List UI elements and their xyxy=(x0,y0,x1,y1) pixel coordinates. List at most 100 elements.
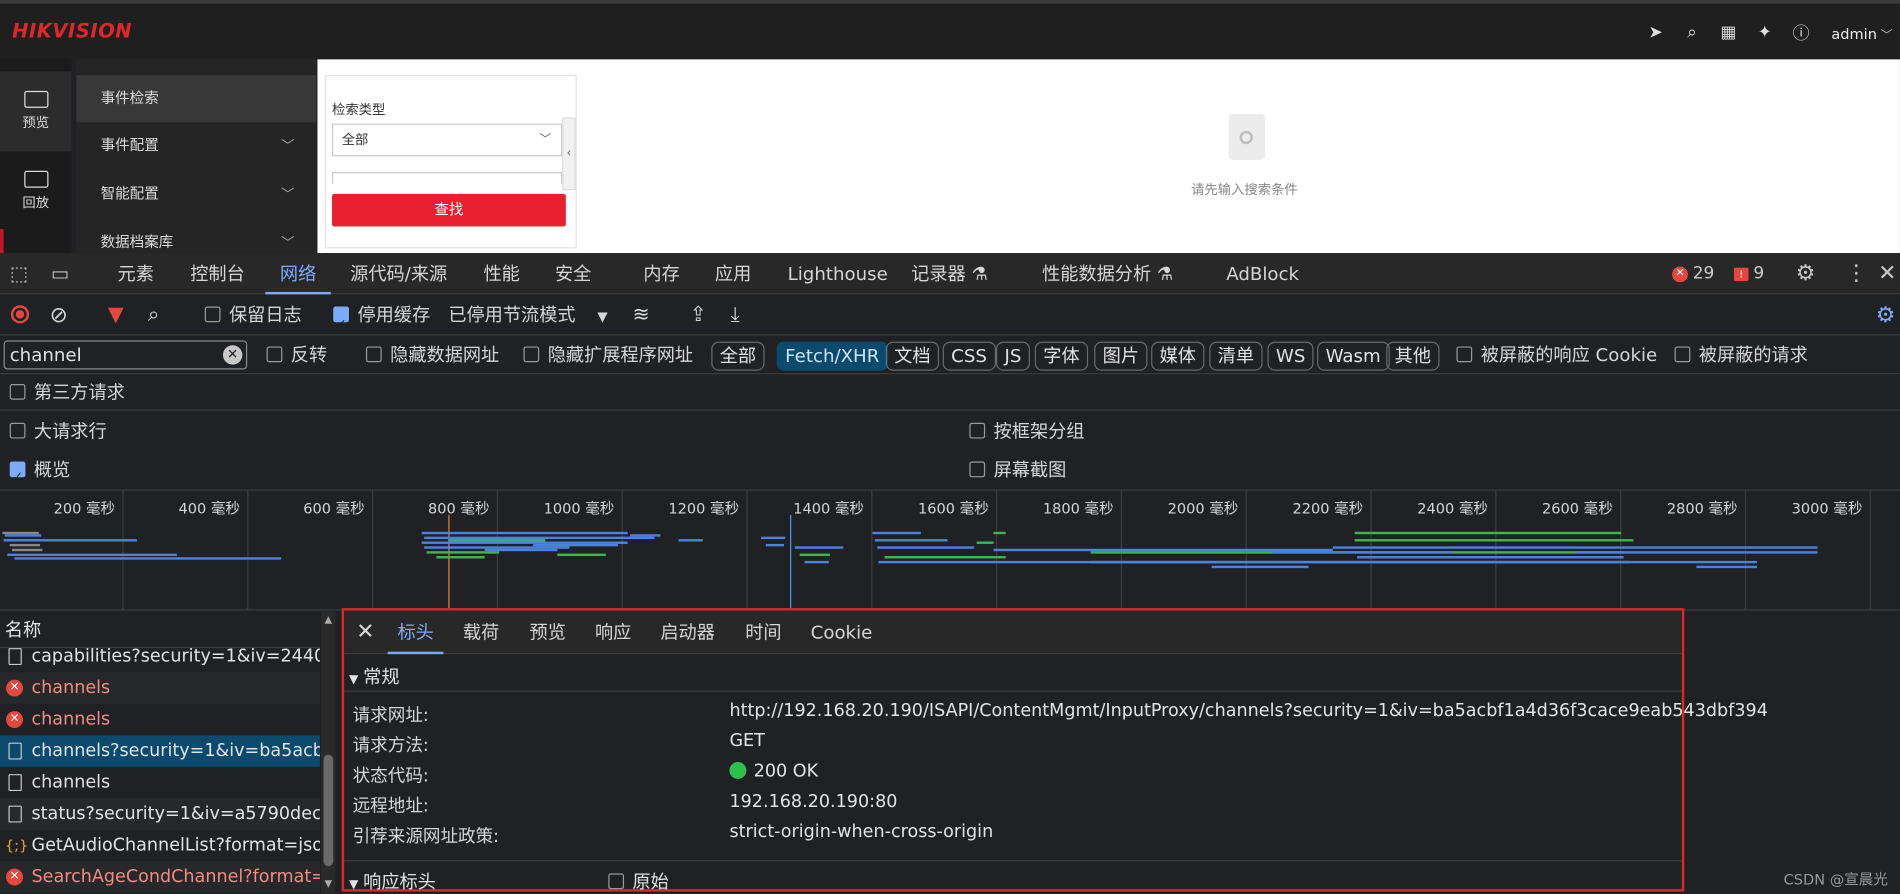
tab-network[interactable]: 网络 xyxy=(265,253,331,295)
request-row[interactable]: {;} GetAudioChannelList?format=jso... xyxy=(0,830,320,861)
screenshots-checkbox[interactable]: 屏幕截图 xyxy=(969,452,1066,488)
blocked-requests-checkbox[interactable]: 被屏蔽的请求 xyxy=(1674,337,1808,375)
close-devtools-icon[interactable]: ✕ xyxy=(1878,253,1896,294)
request-name: capabilities?security=1&iv=2440... xyxy=(31,646,320,667)
tab-elements[interactable]: 元素 xyxy=(118,253,154,294)
tab-console[interactable]: 控制台 xyxy=(190,253,245,294)
scroll-down-icon[interactable]: ▼ xyxy=(321,878,336,889)
disable-cache-checkbox[interactable]: 停用缓存 xyxy=(333,296,430,344)
timeline-gridline xyxy=(247,490,249,610)
puzzle-icon[interactable]: ✦ xyxy=(1747,23,1783,42)
type-filter-manifest[interactable]: 清单 xyxy=(1209,341,1263,371)
request-list-scrollbar[interactable]: ▲ ▼ xyxy=(321,611,336,894)
select-value: 已停用节流模式 xyxy=(448,304,576,326)
download-har-icon[interactable]: ⤓ xyxy=(731,296,740,336)
error-count-badge[interactable]: ✕ 29 xyxy=(1672,263,1714,285)
user-menu[interactable]: admin ﹀ xyxy=(1831,24,1892,42)
type-filter-doc[interactable]: 文档 xyxy=(885,341,940,371)
search-type-label: 检索类型 xyxy=(332,101,386,118)
inspect-element-icon[interactable]: ⬚ xyxy=(10,253,28,294)
request-row[interactable]: ✕ SearchAgeCondChannel?format=... xyxy=(0,861,320,893)
tab-payload[interactable]: 载荷 xyxy=(463,611,499,655)
filter-input[interactable]: channel xyxy=(3,340,248,370)
network-settings-icon[interactable]: ⚙ xyxy=(1876,296,1896,336)
send-icon[interactable]: ➤ xyxy=(1637,23,1673,42)
record-button[interactable] xyxy=(10,296,30,336)
collapse-panel-button[interactable]: ‹ xyxy=(562,117,576,191)
clear-filter-icon[interactable]: ✕ xyxy=(222,345,243,365)
search-button[interactable]: 查找 xyxy=(332,193,566,227)
type-filter-other[interactable]: 其他 xyxy=(1386,341,1440,371)
type-filter-img[interactable]: 图片 xyxy=(1094,341,1148,371)
menu-item-event-config[interactable]: 事件配置 ﹀ xyxy=(76,122,316,169)
tab-cookies[interactable]: Cookie xyxy=(811,611,873,655)
network-conditions-icon[interactable]: ≋ xyxy=(633,296,650,336)
overview-checkbox[interactable]: 概览 xyxy=(9,452,70,495)
close-icon[interactable]: ✕ xyxy=(356,611,374,655)
response-headers-section-toggle[interactable]: ▼ 响应标头 xyxy=(349,869,436,894)
timeline-tick-label: 1200 毫秒 xyxy=(668,500,740,518)
type-filter-ws[interactable]: WS xyxy=(1267,341,1314,371)
general-section-toggle[interactable]: ▼ 常规 xyxy=(349,664,400,689)
request-row[interactable]: ✕ channels xyxy=(0,672,320,704)
calendar-icon[interactable]: ▦ xyxy=(1710,23,1746,42)
more-options-icon[interactable]: ⋮ xyxy=(1845,253,1867,294)
hide-extension-urls-checkbox[interactable]: 隐藏扩展程序网址 xyxy=(523,337,693,375)
tab-sources[interactable]: 源代码/来源 xyxy=(350,253,447,294)
tab-performance-insights[interactable]: 性能数据分析 ⚗ xyxy=(1042,253,1173,294)
timeline-tick-label: 200 毫秒 xyxy=(53,500,116,518)
tab-preview[interactable]: 预览 xyxy=(530,611,566,655)
group-by-frame-checkbox[interactable]: 按框架分组 xyxy=(969,413,1084,449)
type-filter-media[interactable]: 媒体 xyxy=(1151,341,1205,371)
request-row[interactable]: status?security=1&iv=a5790dec4... xyxy=(0,798,320,830)
search-type-select[interactable]: 全部 ﹀ xyxy=(332,123,563,157)
tab-response[interactable]: 响应 xyxy=(595,611,631,655)
blocked-response-cookies-checkbox[interactable]: 被屏蔽的响应 Cookie xyxy=(1456,337,1657,375)
hide-data-urls-checkbox[interactable]: 隐藏数据网址 xyxy=(365,337,499,375)
type-filter-wasm[interactable]: Wasm xyxy=(1317,341,1390,371)
rail-item-preview[interactable]: 预览 xyxy=(0,71,72,152)
tab-initiator[interactable]: 启动器 xyxy=(660,611,715,655)
section-title: 响应标头 xyxy=(363,870,436,893)
settings-gear-icon[interactable]: ⚙ xyxy=(1796,253,1816,294)
tab-recorder[interactable]: 记录器 ⚗ xyxy=(911,253,988,294)
tab-timing[interactable]: 时间 xyxy=(745,611,781,655)
device-toolbar-icon[interactable]: ▭ xyxy=(51,253,69,294)
filter-icon[interactable]: ▼ xyxy=(108,296,124,336)
raw-headers-checkbox[interactable]: 原始 xyxy=(608,869,669,894)
tab-headers[interactable]: 标头 xyxy=(387,611,444,655)
type-filter-css[interactable]: CSS xyxy=(942,341,996,371)
throttling-select[interactable]: 已停用节流模式 ▼ xyxy=(448,296,607,336)
type-filter-fetch-xhr[interactable]: Fetch/XHR xyxy=(776,341,888,371)
network-overview-timeline[interactable]: 200 毫秒 400 毫秒 600 毫秒 800 毫秒 1000 毫秒 1200 毫秒 14… xyxy=(0,489,1900,611)
invert-checkbox[interactable]: 反转 xyxy=(266,337,327,375)
tab-application[interactable]: 应用 xyxy=(715,253,751,294)
request-row[interactable]: ✕ channels xyxy=(0,704,320,735)
rail-item-playback[interactable]: 回放 xyxy=(0,151,71,231)
tab-lighthouse[interactable]: Lighthouse xyxy=(788,253,888,294)
scroll-up-icon[interactable]: ▲ xyxy=(321,614,336,625)
third-party-checkbox[interactable]: 第三方请求 xyxy=(9,374,125,410)
menu-item-smart-config[interactable]: 智能配置 ﹀ xyxy=(76,171,316,218)
search-secondary-field[interactable] xyxy=(332,172,563,185)
tab-performance[interactable]: 性能 xyxy=(483,253,519,294)
search-icon[interactable]: ⌕ xyxy=(1674,23,1710,42)
menu-item-event-search[interactable]: 事件检索 xyxy=(76,75,317,123)
clear-icon[interactable]: ⊘ xyxy=(50,296,68,336)
request-row[interactable]: capabilities?security=1&iv=2440... xyxy=(0,641,320,672)
request-row[interactable]: channels xyxy=(0,767,320,798)
scroll-thumb[interactable] xyxy=(323,754,334,867)
type-filter-js[interactable]: JS xyxy=(996,341,1030,371)
type-filter-font[interactable]: 字体 xyxy=(1034,341,1089,371)
big-request-rows-checkbox[interactable]: 大请求行 xyxy=(9,413,107,449)
tab-security[interactable]: 安全 xyxy=(555,253,591,294)
preserve-log-checkbox[interactable]: 保留日志 xyxy=(204,296,302,336)
info-icon[interactable]: ⓘ xyxy=(1783,21,1819,45)
tab-adblock[interactable]: AdBlock xyxy=(1226,253,1299,294)
tab-memory[interactable]: 内存 xyxy=(643,253,679,294)
type-filter-all[interactable]: 全部 xyxy=(711,341,765,371)
search-icon[interactable]: ⌕ xyxy=(148,296,160,336)
request-row[interactable]: channels?security=1&iv=ba5acbf... xyxy=(0,735,320,767)
upload-har-icon[interactable]: ⇪ xyxy=(689,296,706,336)
warning-count-badge[interactable]: ! 9 xyxy=(1733,263,1764,285)
